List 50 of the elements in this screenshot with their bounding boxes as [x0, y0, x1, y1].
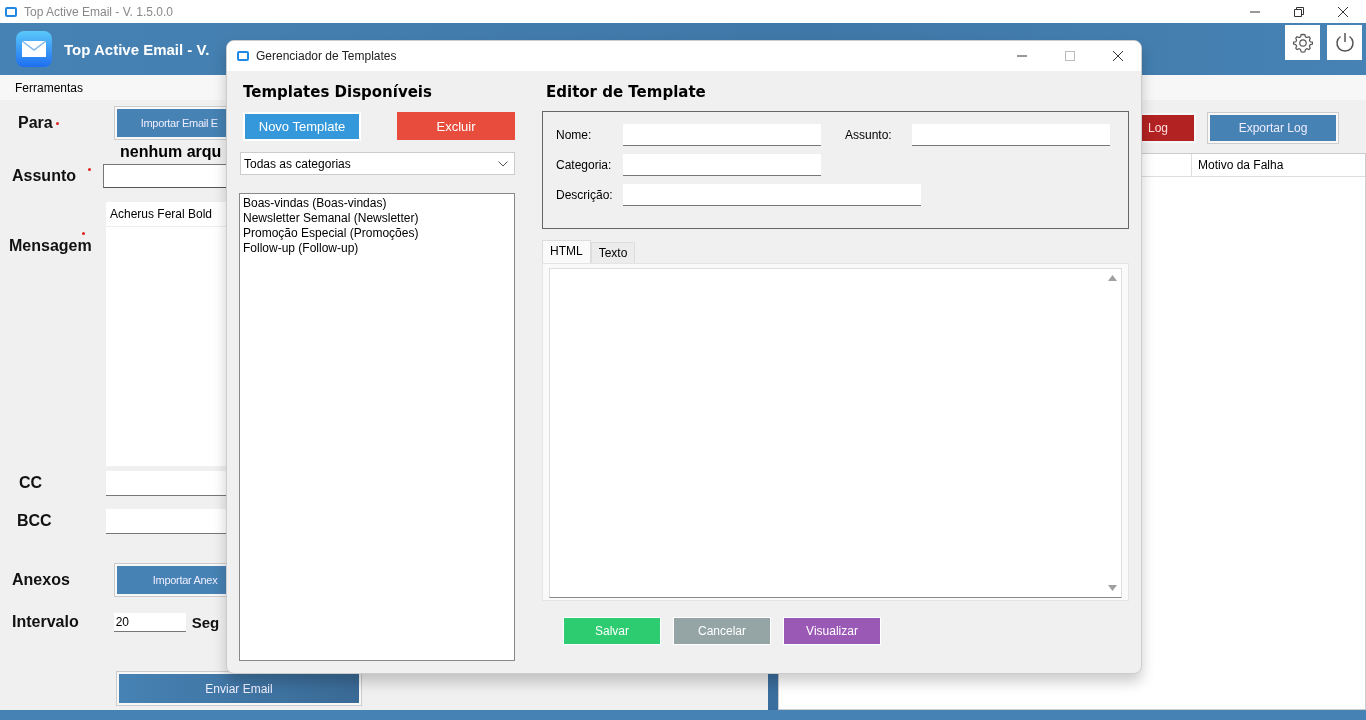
template-item[interactable]: Boas-vindas (Boas-vindas)	[243, 196, 511, 211]
dialog-title: Gerenciador de Templates	[256, 49, 397, 63]
field-label: Assunto	[12, 167, 76, 185]
app-title: Top Active Email - V.	[64, 40, 210, 58]
field-label: CC	[19, 474, 43, 492]
field-label: Anexos	[12, 571, 70, 589]
field-label: Intervalo	[12, 613, 79, 631]
field-label: Mensagem	[9, 237, 92, 255]
category-dropdown[interactable]: Todas as categorias	[240, 152, 515, 175]
delete-button[interactable]: Excluir	[397, 112, 515, 140]
window-title: Top Active Email - V. 1.5.0.0	[24, 4, 173, 19]
text-field[interactable]	[623, 124, 821, 146]
field-label: Para	[18, 114, 53, 132]
restore-icon[interactable]	[1294, 6, 1304, 17]
scroll-down-icon[interactable]	[1108, 585, 1117, 591]
menu-item[interactable]: Ferramentas	[15, 80, 84, 95]
mail-logo-icon	[16, 31, 52, 67]
power-button[interactable]	[1327, 25, 1362, 60]
file-status: nenhum arqu	[120, 143, 222, 161]
chevron-down-icon	[498, 160, 508, 167]
new-template-button[interactable]: Novo Template	[243, 112, 361, 141]
template-item[interactable]: Follow-up (Follow-up)	[243, 241, 511, 256]
interval-field[interactable]: 20	[113, 612, 186, 632]
column-header: Motivo da Falha	[1197, 157, 1284, 174]
action-button[interactable]: Visualizar	[783, 617, 881, 645]
send-button[interactable]: Enviar Email	[117, 672, 361, 705]
field-label: Seg	[191, 613, 220, 631]
field-label: Nome:	[556, 128, 593, 142]
text-field[interactable]	[912, 124, 1110, 146]
export-log-button[interactable]: Exportar Log	[1208, 113, 1338, 143]
field-label: Categoria:	[556, 158, 613, 172]
app-icon	[236, 49, 250, 63]
text-field[interactable]	[623, 184, 921, 206]
field-label: BCC	[17, 512, 52, 530]
tab[interactable]: HTML	[542, 240, 591, 263]
tab[interactable]: Texto	[590, 242, 636, 263]
app-icon	[4, 4, 18, 19]
text-field[interactable]	[623, 154, 821, 176]
section-heading: Editor de Template	[546, 83, 707, 103]
scroll-up-icon[interactable]	[1108, 275, 1117, 281]
field-label: Assunto:	[845, 128, 893, 142]
template-item[interactable]: Promoção Especial (Promoções)	[243, 226, 511, 241]
settings-button[interactable]	[1285, 25, 1320, 60]
field-label: Descrição:	[556, 188, 614, 202]
template-item[interactable]: Newsletter Semanal (Newsletter)	[243, 211, 511, 226]
close-icon[interactable]	[1113, 51, 1123, 61]
close-icon[interactable]	[1338, 6, 1348, 17]
maximize-icon	[1065, 51, 1075, 61]
section-heading: Templates Disponíveis	[243, 83, 433, 103]
settings-icon	[1291, 31, 1314, 54]
